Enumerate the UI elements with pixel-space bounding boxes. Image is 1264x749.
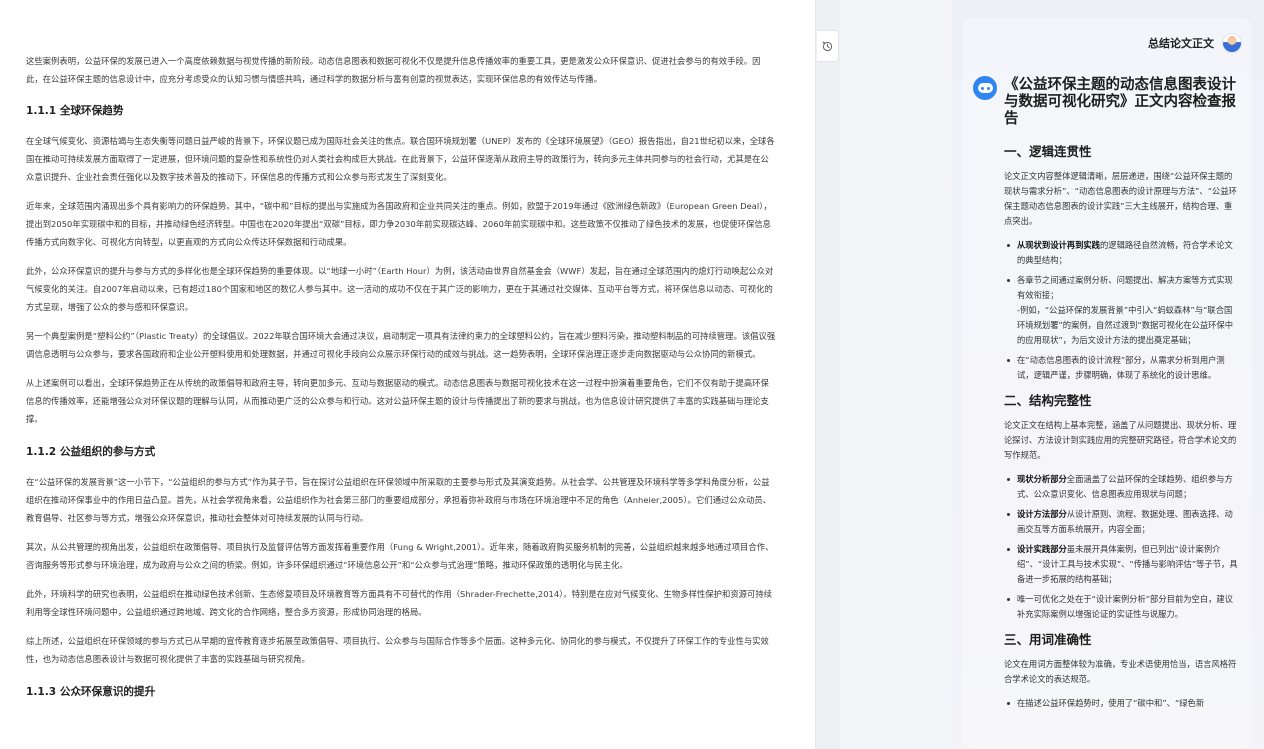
paragraph: 从上述案例可以看出，全球环保趋势正在从传统的政策倡导和政府主导，转向更加多元、互… — [26, 378, 769, 424]
section-heading-1-1-2: 1.1.2 公益组织的参与方式 — [26, 446, 156, 458]
paragraph: 此外，公众环保意识的提升与参与方式的多样化也是全球环保趋势的重要体现。以“地球一… — [26, 266, 774, 312]
history-button[interactable] — [817, 30, 839, 62]
panel-header: 总结论文正文 — [1148, 33, 1242, 53]
ai-bot-icon — [973, 76, 997, 100]
history-clock-icon — [822, 40, 833, 51]
section-title-wording: 三、用词准确性 — [1004, 632, 1092, 647]
bullet-list: 从现状到设计再到实践的逻辑路径自然流畅，符合学术论文的典型结构； 各章节之间通过… — [1004, 238, 1240, 383]
paragraph: 近年来，全球范围内涌现出多个具有影响力的环保趋势。其中，“碳中和”目标的提出与实… — [26, 201, 772, 247]
panel-header-title: 总结论文正文 — [1148, 37, 1214, 50]
document-page[interactable]: 这些案例表明，公益环保的发展已进入一个高度依赖数据与视觉传播的新阶段。动态信息图… — [0, 0, 816, 749]
paragraph: 在“公益环保的发展背景”这一小节下，“公益组织的参与方式”作为其子节，旨在探讨公… — [26, 477, 772, 523]
section-title-structure: 二、结构完整性 — [1004, 393, 1092, 408]
list-item: 现状分析部分全面涵盖了公益环保的全球趋势、组织参与方式、公众意识变化、信息图表应… — [1004, 472, 1240, 502]
list-item: 在描述公益环保趋势时，使用了“碳中和”、“绿色新 — [1004, 696, 1240, 711]
list-item: 唯一可优化之处在于“设计案例分析”部分目前为空白，建议补充实际案例以增强论证的实… — [1004, 592, 1240, 622]
bullet-list: 现状分析部分全面涵盖了公益环保的全球趋势、组织参与方式、公众意识变化、信息图表应… — [1004, 472, 1240, 622]
section-heading-1-1-3: 1.1.3 公众环保意识的提升 — [26, 686, 156, 698]
section-title-logic: 一、逻辑连贯性 — [1004, 144, 1092, 159]
pane-gap — [840, 0, 952, 749]
list-item: 各章节之间通过案例分析、问题提出、解决方案等方式实现有效衔接； -例如，“公益环保… — [1004, 273, 1240, 348]
section-paragraph: 论文正文内容整体逻辑清晰，层层递进，围绕“公益环保主题的现状与需求分析”、“动态… — [1004, 171, 1237, 226]
report-content: 《公益环保主题的动态信息图表设计与数据可视化研究》正文内容检查报告 一、逻辑连贯… — [1004, 77, 1240, 719]
user-avatar[interactable] — [1222, 33, 1242, 53]
section-paragraph: 论文在用词方面整体较为准确，专业术语使用恰当，语言风格符合学术论文的表达规范。 — [1004, 659, 1237, 684]
paragraph: 其次，从公共管理的视角出发，公益组织在政策倡导、项目执行及监督评估等方面发挥着重… — [26, 542, 774, 570]
paragraph: 在全球气候变化、资源枯竭与生态失衡等问题日益严峻的背景下，环保议题已成为国际社会… — [26, 136, 775, 182]
paragraph: 另一个典型案例是“塑料公约”（Plastic Treaty）的全球倡议。2022… — [26, 331, 776, 359]
report-title: 《公益环保主题的动态信息图表设计与数据可视化研究》正文内容检查报告 — [1004, 77, 1236, 127]
list-item: 设计方法部分从设计原则、流程、数据处理、图表选择、动画交互等方面系统展开，内容全… — [1004, 507, 1240, 537]
section-paragraph: 论文正文在结构上基本完整，涵盖了从问题提出、现状分析、理论探讨、方法设计到实践应… — [1004, 420, 1237, 460]
list-item: 设计实践部分虽未展开具体案例，但已列出“设计案例介绍”、“设计工具与技术实现”、… — [1004, 542, 1240, 587]
list-item: 从现状到设计再到实践的逻辑路径自然流畅，符合学术论文的典型结构； — [1004, 238, 1240, 268]
paragraph: 此外，环境科学的研究也表明，公益组织在推动绿色技术创新、生态修复项目及环境教育等… — [26, 589, 773, 617]
bullet-list: 在描述公益环保趋势时，使用了“碳中和”、“绿色新 — [1004, 696, 1240, 711]
paragraph: 综上所述，公益组织在环保领域的参与方式已从早期的宣传教育逐步拓展至政策倡导、项目… — [26, 636, 769, 664]
intro-paragraph: 这些案例表明，公益环保的发展已进入一个高度依赖数据与视觉传播的新阶段。动态信息图… — [26, 56, 761, 84]
section-heading-1-1-1: 1.1.1 全球环保趋势 — [26, 105, 124, 117]
list-item: 在“动态信息图表的设计流程”部分，从需求分析到用户测试，逻辑严谨，步骤明确，体现… — [1004, 353, 1240, 383]
